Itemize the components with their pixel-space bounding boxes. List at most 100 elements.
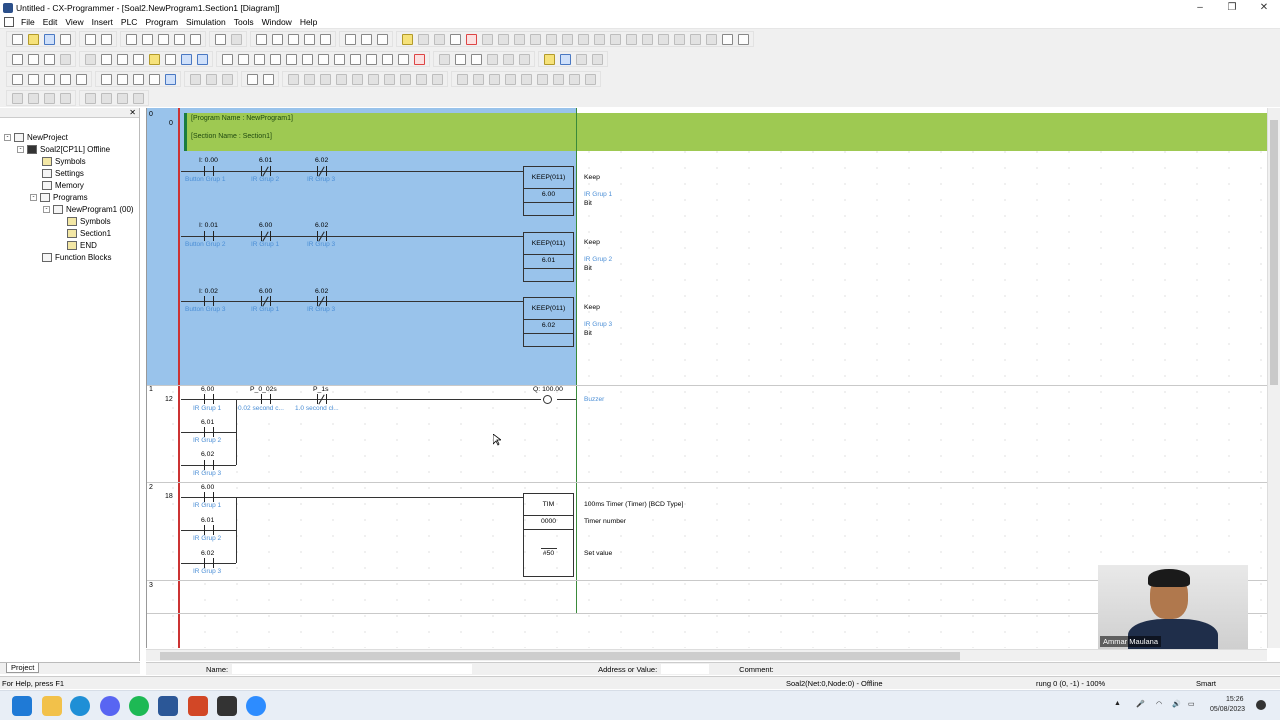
transfer-down-icon[interactable] xyxy=(205,73,217,85)
transfer-program-icon[interactable] xyxy=(502,53,514,65)
no-contact[interactable] xyxy=(204,166,214,176)
menu-program[interactable]: Program xyxy=(141,17,182,27)
tree-item-section1[interactable]: Section1 xyxy=(67,227,111,239)
wifi-icon[interactable]: ◠ xyxy=(1156,700,1162,708)
keep-instruction[interactable]: KEEP(011) 6.01 xyxy=(523,232,574,282)
collapse-icon[interactable]: - xyxy=(43,205,50,213)
nc-contact[interactable] xyxy=(261,166,271,177)
force-off-icon[interactable] xyxy=(609,33,621,45)
comment-block-icon[interactable] xyxy=(43,92,55,104)
save-icon[interactable] xyxy=(43,33,55,45)
maximize-button[interactable]: ❐ xyxy=(1216,0,1248,15)
memory-view-icon[interactable] xyxy=(132,73,144,85)
horizontal-scrollbar[interactable] xyxy=(146,649,1267,661)
new-closed-contact-icon[interactable] xyxy=(253,53,265,65)
monitor-mode-icon[interactable] xyxy=(513,33,525,45)
new-contact-icon[interactable] xyxy=(237,53,249,65)
menu-tools[interactable]: Tools xyxy=(230,17,258,27)
compare-icon[interactable] xyxy=(59,33,71,45)
compile-icon[interactable] xyxy=(543,53,555,65)
sim-scan-icon[interactable] xyxy=(415,73,427,85)
discord-icon[interactable] xyxy=(100,696,120,716)
no-contact[interactable] xyxy=(204,525,214,535)
select-mode-icon[interactable] xyxy=(221,53,233,65)
differentiated-contact[interactable] xyxy=(261,394,271,404)
auto-online-icon[interactable] xyxy=(417,33,429,45)
new-icon[interactable] xyxy=(11,33,23,45)
collapse-icon[interactable]: - xyxy=(17,145,24,153)
menu-window[interactable]: Window xyxy=(258,17,296,27)
edge-icon[interactable] xyxy=(70,696,90,716)
sim-continuous-step-icon[interactable] xyxy=(399,73,411,85)
print-preview-icon[interactable] xyxy=(100,33,112,45)
view-sfc-icon[interactable] xyxy=(59,73,71,85)
time-chart-icon[interactable] xyxy=(705,33,717,45)
indent-icon[interactable] xyxy=(11,92,23,104)
cut-icon[interactable] xyxy=(125,33,137,45)
cx-programmer-icon[interactable] xyxy=(217,696,237,716)
menu-simulation[interactable]: Simulation xyxy=(182,17,230,27)
new-coil-icon[interactable] xyxy=(333,53,345,65)
work-online-icon[interactable] xyxy=(465,33,477,45)
uncomment-block-icon[interactable] xyxy=(59,92,71,104)
open-icon[interactable] xyxy=(27,33,39,45)
windows-start-icon[interactable] xyxy=(12,696,32,716)
sim-step-over-icon[interactable] xyxy=(367,73,379,85)
tree-item-programs[interactable]: - Programs xyxy=(30,191,88,203)
new-closed-coil-icon[interactable] xyxy=(349,53,361,65)
copy-icon[interactable] xyxy=(141,33,153,45)
sim-pause-2-icon[interactable] xyxy=(335,73,347,85)
output-window-icon[interactable] xyxy=(164,53,176,65)
view-ladder-icon[interactable] xyxy=(11,73,23,85)
plc-memory-icon[interactable] xyxy=(262,73,274,85)
notification-icon[interactable] xyxy=(1256,700,1266,710)
project-workspace-icon[interactable] xyxy=(100,73,112,85)
file-explorer-icon[interactable] xyxy=(42,696,62,716)
rung-bookmark-icon[interactable] xyxy=(116,53,128,65)
memory-breakpoint-icon[interactable] xyxy=(536,73,548,85)
new-function-block-icon[interactable] xyxy=(381,53,393,65)
keep-instruction[interactable]: KEEP(011) 6.00 xyxy=(523,166,574,216)
scroll-thumb[interactable] xyxy=(1270,120,1278,385)
new-or-closed-contact-icon[interactable] xyxy=(285,53,297,65)
timer-instruction[interactable]: TIM 0000 #50 xyxy=(523,493,574,577)
clock-time[interactable]: 15:26 xyxy=(1226,696,1244,703)
st-step-icon[interactable] xyxy=(100,92,112,104)
spotify-icon[interactable] xyxy=(129,696,149,716)
monitor-window-icon[interactable] xyxy=(132,53,144,65)
tree-item-end[interactable]: END xyxy=(67,239,97,251)
tree-item-memory[interactable]: Memory xyxy=(42,179,84,191)
paste-special-icon[interactable] xyxy=(173,33,185,45)
local-symbols-icon[interactable] xyxy=(75,73,87,85)
cross-ref-report-icon[interactable] xyxy=(116,73,128,85)
tree-item-newproject[interactable]: - NewProject xyxy=(4,131,68,143)
compare-plc-icon[interactable] xyxy=(577,33,589,45)
jump-icon[interactable] xyxy=(319,33,331,45)
microphone-icon[interactable]: 🎤 xyxy=(1136,700,1145,708)
program-mode-icon[interactable] xyxy=(481,33,493,45)
output-coil[interactable] xyxy=(543,395,552,404)
collapse-icon[interactable]: - xyxy=(30,193,37,201)
condition-breakpoint-icon[interactable] xyxy=(504,73,516,85)
begin-edit-icon[interactable] xyxy=(454,53,466,65)
outdent-icon[interactable] xyxy=(27,92,39,104)
simulation-icon[interactable] xyxy=(737,33,749,45)
view-mnemonic-icon[interactable] xyxy=(27,73,39,85)
tree-item-settings[interactable]: Settings xyxy=(42,167,84,179)
sim-stop-icon[interactable] xyxy=(319,73,331,85)
new-pb-instruction-icon[interactable] xyxy=(365,53,377,65)
tab-project[interactable]: Project xyxy=(6,663,40,673)
delete-line-icon[interactable] xyxy=(413,53,425,65)
close-workspace-icon[interactable]: ✕ xyxy=(129,108,136,117)
transfer-from-plc-icon[interactable] xyxy=(561,33,573,45)
io-table-icon[interactable] xyxy=(148,73,160,85)
show-comments-icon[interactable] xyxy=(100,53,112,65)
st-run-icon[interactable] xyxy=(84,92,96,104)
no-contact[interactable] xyxy=(204,394,214,404)
collapse-icon[interactable]: - xyxy=(4,133,11,141)
word-icon[interactable] xyxy=(158,696,178,716)
menu-help[interactable]: Help xyxy=(296,17,321,27)
run-mode-icon[interactable] xyxy=(529,33,541,45)
vertical-line-icon[interactable] xyxy=(301,53,313,65)
transfer-to-plc-icon[interactable] xyxy=(545,33,557,45)
